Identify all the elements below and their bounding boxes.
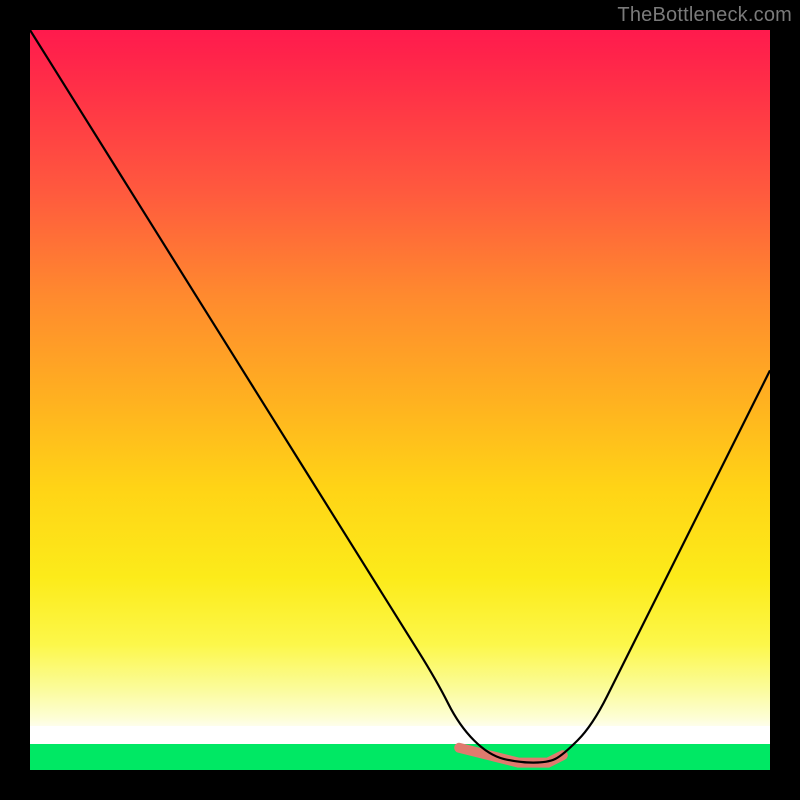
watermark-text: TheBottleneck.com [617,4,792,27]
chart-frame: TheBottleneck.com [0,0,800,800]
bottleneck-curve [30,30,770,763]
plot-area [30,30,770,770]
curve-svg [30,30,770,770]
